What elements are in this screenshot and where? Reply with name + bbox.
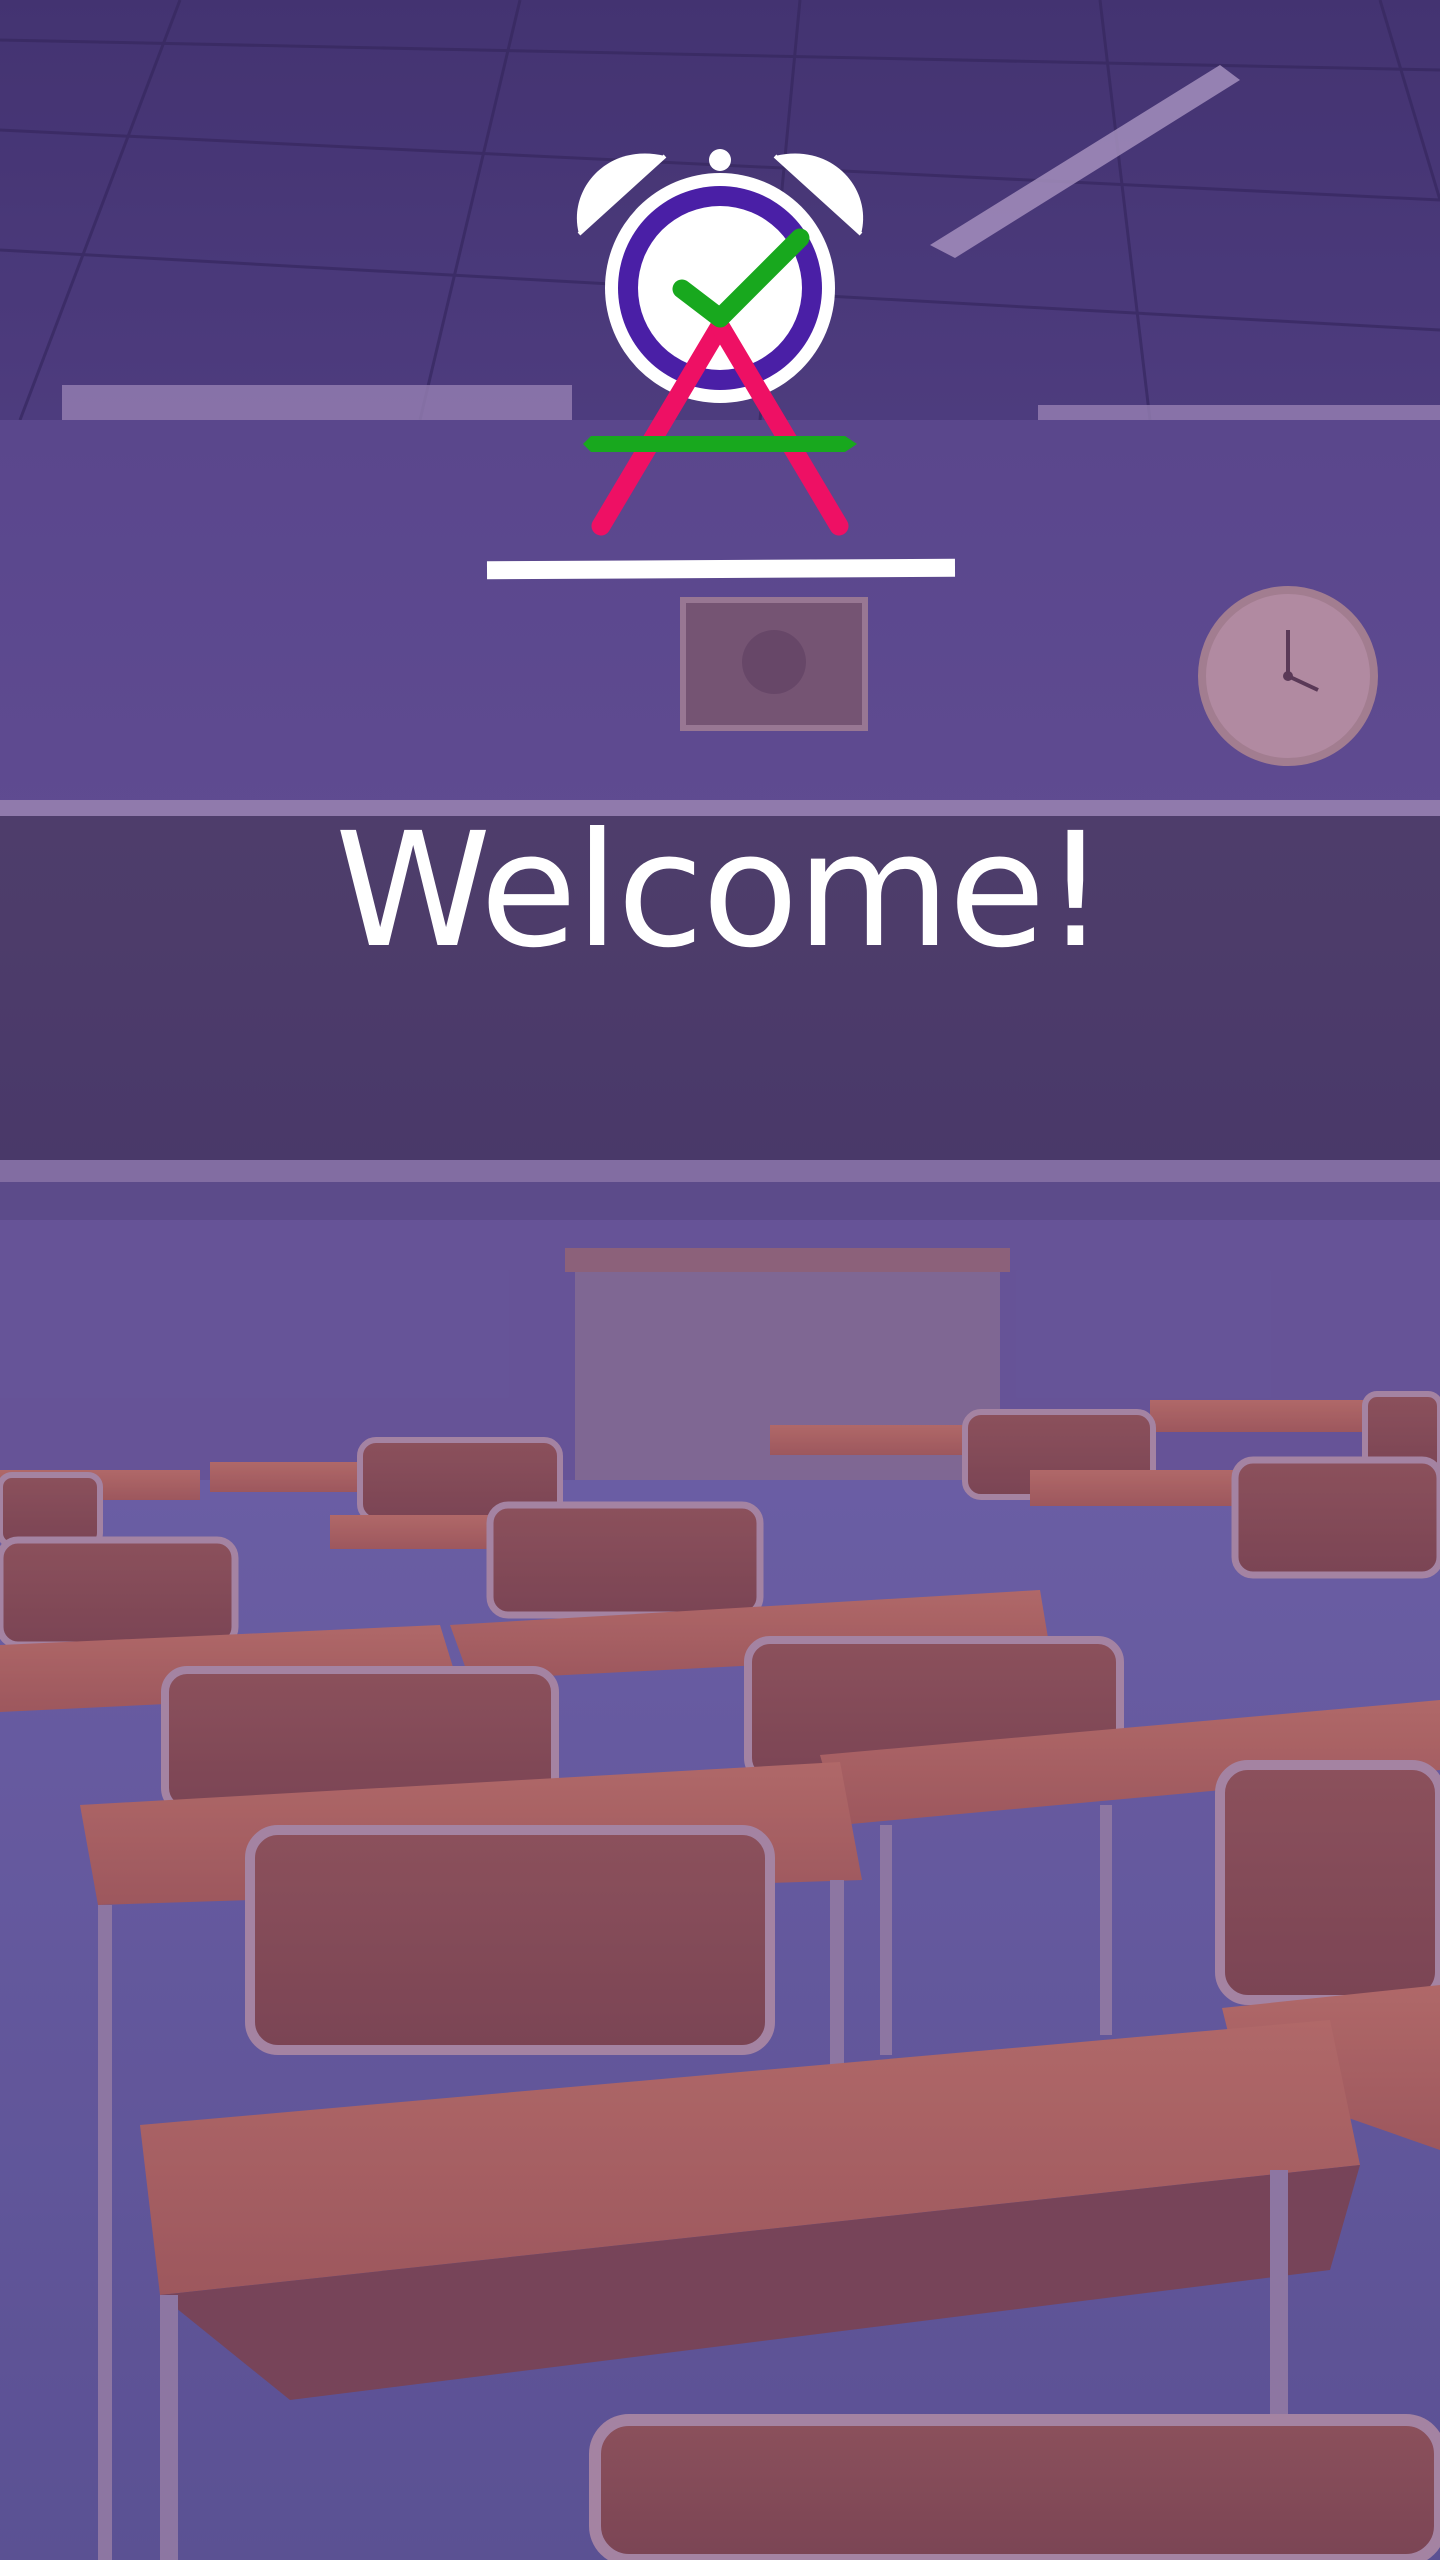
welcome-title: Welcome! [334, 798, 1107, 983]
welcome-screen: Welcome! [0, 0, 1440, 2560]
logo-underline-divider [486, 558, 956, 580]
alarm-clock-check-app-logo [576, 149, 864, 536]
